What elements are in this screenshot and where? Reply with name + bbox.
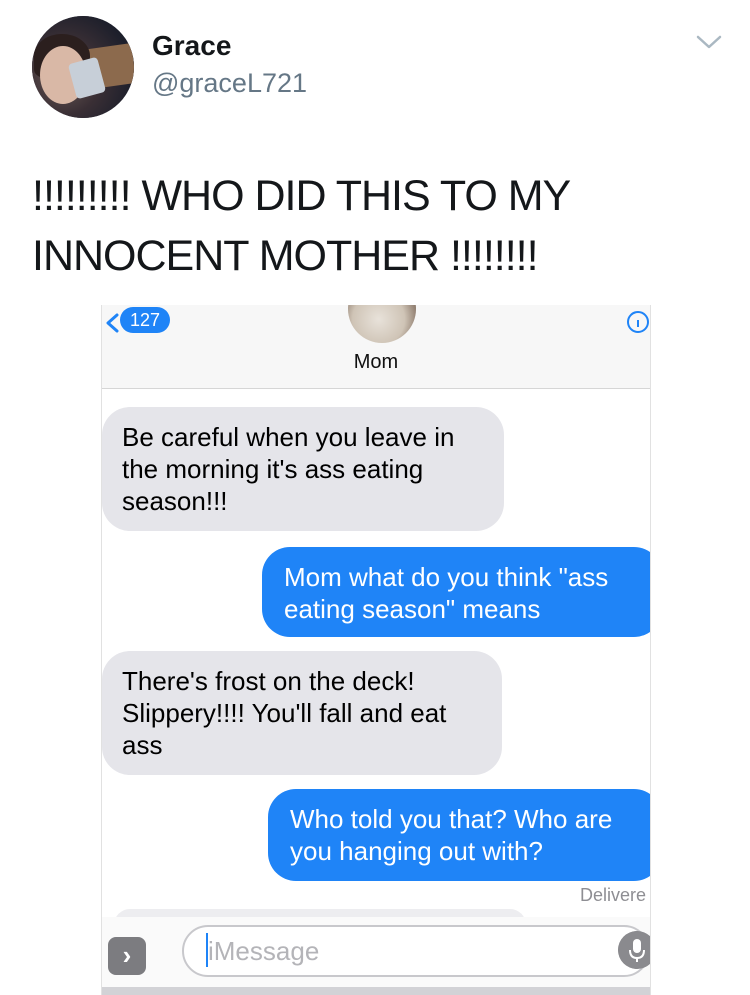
tweet-text-line: !!!!!!!!! WHO DID THIS TO MY bbox=[32, 172, 571, 220]
text-cursor bbox=[206, 933, 208, 967]
contact-photo[interactable] bbox=[348, 305, 416, 343]
author-name[interactable]: Grace bbox=[152, 30, 231, 62]
keyboard-edge bbox=[102, 987, 650, 995]
attached-screenshot[interactable]: 127 Mom Be careful when you leave in the… bbox=[101, 305, 651, 995]
info-icon[interactable] bbox=[624, 309, 650, 335]
tweet-text-line: INNOCENT MOTHER !!!!!!!! bbox=[32, 232, 539, 280]
message-bubble-received: Be careful when you leave in the morning… bbox=[102, 407, 504, 531]
microphone-icon[interactable] bbox=[618, 931, 651, 969]
author-avatar[interactable] bbox=[32, 16, 134, 118]
message-input[interactable] bbox=[182, 925, 650, 977]
back-chevron-icon[interactable] bbox=[104, 311, 120, 335]
unread-count-badge[interactable]: 127 bbox=[120, 307, 171, 333]
app-drawer-icon[interactable]: › bbox=[108, 937, 146, 975]
message-bubble-received: There's frost on the deck! Slippery!!!! … bbox=[102, 651, 502, 775]
author-handle[interactable]: @graceL721 bbox=[152, 68, 307, 99]
message-bubble-sent: Who told you that? Who are you hanging o… bbox=[268, 789, 650, 881]
tweet-text: !!!!!!!!! WHO DID THIS TO MY INNOCENT MO… bbox=[32, 166, 722, 286]
chevron-down-icon[interactable] bbox=[694, 32, 724, 52]
message-composer: › bbox=[102, 917, 650, 995]
message-bubble-sent: Mom what do you think "ass eating season… bbox=[262, 547, 650, 637]
conversation-header: 127 Mom bbox=[102, 305, 650, 389]
delivery-status: Delivere bbox=[580, 885, 647, 905]
contact-name[interactable]: Mom bbox=[102, 351, 650, 374]
